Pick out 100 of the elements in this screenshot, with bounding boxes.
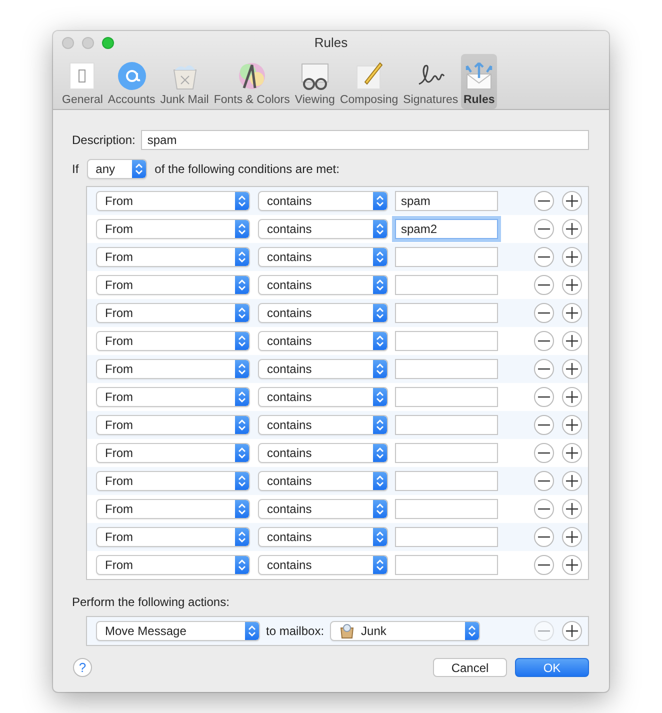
- add-button[interactable]: [562, 443, 582, 463]
- plus-icon: [566, 625, 578, 637]
- mailbox-icon: [339, 623, 356, 639]
- help-button[interactable]: ?: [73, 658, 92, 677]
- header-popup[interactable]: From: [96, 331, 250, 351]
- minus-icon: [538, 480, 550, 482]
- cancel-button[interactable]: Cancel: [433, 658, 507, 677]
- remove-button[interactable]: [534, 499, 554, 519]
- toolbar-tab[interactable]: Viewing: [292, 54, 337, 109]
- add-button[interactable]: [562, 499, 582, 519]
- add-button[interactable]: [562, 387, 582, 407]
- toolbar-tab[interactable]: Accounts: [106, 54, 158, 109]
- remove-button[interactable]: [534, 191, 554, 211]
- header-popup[interactable]: From: [96, 275, 250, 295]
- value-field[interactable]: [395, 471, 498, 491]
- operator-popup[interactable]: contains: [258, 219, 388, 239]
- value-field[interactable]: [395, 555, 498, 575]
- remove-button[interactable]: [534, 443, 554, 463]
- toolbar-tab[interactable]: Rules: [461, 54, 498, 109]
- action-popup[interactable]: Move Message: [96, 621, 260, 641]
- minus-icon: [538, 508, 550, 510]
- header-popup[interactable]: From: [96, 191, 250, 211]
- add-button[interactable]: [562, 359, 582, 379]
- add-button[interactable]: [562, 415, 582, 435]
- remove-button[interactable]: [534, 415, 554, 435]
- minus-icon: [538, 340, 550, 342]
- toolbar-tab[interactable]: Composing: [338, 54, 400, 109]
- operator-popup[interactable]: contains: [258, 527, 388, 547]
- operator-popup[interactable]: contains: [258, 331, 388, 351]
- remove-button[interactable]: [534, 387, 554, 407]
- header-popup[interactable]: From: [96, 247, 250, 267]
- operator-popup[interactable]: contains: [258, 443, 388, 463]
- description-field[interactable]: spam: [141, 130, 589, 150]
- value-field[interactable]: [395, 331, 498, 351]
- value-field[interactable]: spam2: [395, 219, 498, 239]
- operator-popup[interactable]: contains: [258, 387, 388, 407]
- header-popup[interactable]: From: [96, 527, 250, 547]
- remove-button[interactable]: [534, 303, 554, 323]
- operator-popup[interactable]: contains: [258, 303, 388, 323]
- value-field[interactable]: [395, 247, 498, 267]
- operator-popup[interactable]: contains: [258, 555, 388, 575]
- value-field[interactable]: [395, 387, 498, 407]
- header-popup[interactable]: From: [96, 303, 250, 323]
- zoom-button[interactable]: [102, 37, 114, 49]
- header-popup[interactable]: From: [96, 499, 250, 519]
- remove-button[interactable]: [534, 331, 554, 351]
- toolbar-tab[interactable]: Fonts & Colors: [212, 54, 292, 109]
- remove-button[interactable]: [534, 247, 554, 267]
- toolbar-tab[interactable]: Signatures: [401, 54, 460, 109]
- add-button[interactable]: [562, 471, 582, 491]
- plus-icon: [566, 391, 578, 403]
- value-field[interactable]: [395, 527, 498, 547]
- operator-popup[interactable]: contains: [258, 499, 388, 519]
- add-button[interactable]: [562, 527, 582, 547]
- add-button[interactable]: [562, 191, 582, 211]
- header-popup[interactable]: From: [96, 359, 250, 379]
- minus-icon: [538, 368, 550, 370]
- remove-button[interactable]: [534, 471, 554, 491]
- toolbar-tab[interactable]: General: [60, 54, 105, 109]
- value-field[interactable]: [395, 415, 498, 435]
- value-field[interactable]: [395, 443, 498, 463]
- operator-popup[interactable]: contains: [258, 247, 388, 267]
- add-button[interactable]: [562, 621, 582, 641]
- toolbar-tab[interactable]: Junk Mail: [158, 54, 211, 109]
- plus-icon: [566, 279, 578, 291]
- remove-button[interactable]: [534, 359, 554, 379]
- value-field[interactable]: [395, 499, 498, 519]
- header-popup[interactable]: From: [96, 387, 250, 407]
- stepper-icon: [235, 304, 249, 322]
- add-button[interactable]: [562, 303, 582, 323]
- operator-popup[interactable]: contains: [258, 191, 388, 211]
- stepper-icon: [235, 332, 249, 350]
- header-popup[interactable]: From: [96, 219, 250, 239]
- header-popup[interactable]: From: [96, 471, 250, 491]
- operator-popup[interactable]: contains: [258, 471, 388, 491]
- add-button[interactable]: [562, 331, 582, 351]
- remove-button[interactable]: [534, 555, 554, 575]
- remove-button[interactable]: [534, 527, 554, 547]
- mailbox-popup[interactable]: Junk: [330, 621, 480, 641]
- value-field[interactable]: [395, 275, 498, 295]
- header-popup[interactable]: From: [96, 555, 250, 575]
- if-label: If: [72, 162, 79, 176]
- header-popup[interactable]: From: [96, 415, 250, 435]
- operator-popup[interactable]: contains: [258, 275, 388, 295]
- add-button[interactable]: [562, 275, 582, 295]
- toolbar-tab-icon: [116, 60, 148, 92]
- remove-button[interactable]: [534, 275, 554, 295]
- operator-popup[interactable]: contains: [258, 415, 388, 435]
- add-button[interactable]: [562, 247, 582, 267]
- match-popup[interactable]: any: [86, 159, 147, 179]
- remove-button[interactable]: [534, 219, 554, 239]
- operator-popup[interactable]: contains: [258, 359, 388, 379]
- value-field[interactable]: [395, 359, 498, 379]
- minus-icon: [538, 256, 550, 258]
- header-popup[interactable]: From: [96, 443, 250, 463]
- value-field[interactable]: [395, 303, 498, 323]
- value-field[interactable]: spam: [395, 191, 498, 211]
- add-button[interactable]: [562, 219, 582, 239]
- stepper-icon: [373, 500, 387, 518]
- add-button[interactable]: [562, 555, 582, 575]
